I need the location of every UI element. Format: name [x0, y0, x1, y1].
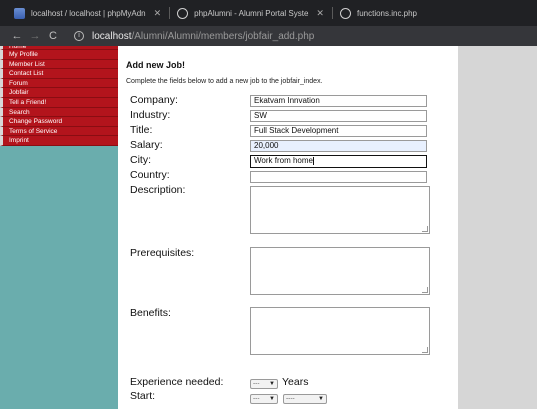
country-input[interactable] [250, 171, 427, 183]
globe-icon [339, 7, 351, 19]
page-title: Add new Job! [126, 60, 185, 70]
browser-tab-strip: localhost / localhost | phpMyAdn ✕ phpAl… [0, 0, 537, 26]
start-label: Start: [130, 390, 156, 402]
close-icon[interactable]: ✕ [154, 8, 162, 19]
phpmyadmin-icon [14, 7, 25, 19]
city-input[interactable]: Work from home [250, 155, 427, 168]
experience-selected: --- [253, 380, 260, 387]
industry-input[interactable]: SW [250, 110, 427, 122]
sidebar-item-jobfair[interactable]: Jobfair [0, 88, 118, 98]
prerequisites-label: Prerequisites: [130, 247, 195, 259]
sidebar-item-change-password[interactable]: Change Password [0, 117, 118, 127]
description-textarea[interactable] [250, 186, 430, 234]
tab-title: phpAlumni - Alumni Portal Syste [194, 8, 309, 18]
title-input[interactable]: Full Stack Development [250, 125, 427, 137]
tab-functions[interactable]: functions.inc.php [331, 0, 425, 26]
form-intro: Complete the fields below to add a new j… [126, 78, 323, 85]
industry-label: Industry: [130, 109, 171, 121]
sidebar-item-member-list[interactable]: Member List [0, 59, 118, 70]
url-field[interactable]: localhost/Alumni/Alumni/members/jobfair_… [92, 31, 314, 42]
url-path: /Alumni/Alumni/members/jobfair_add.php [131, 30, 315, 42]
tab-phpalumni[interactable]: phpAlumni - Alumni Portal Syste ✕ [169, 0, 332, 26]
benefits-label: Benefits: [130, 307, 171, 319]
title-label: Title: [130, 124, 153, 136]
reload-icon[interactable]: C [44, 30, 62, 42]
sidebar-item-search[interactable]: Search [0, 107, 118, 118]
start-month-select[interactable]: --- ▼ [250, 394, 278, 404]
experience-select[interactable]: --- ▼ [250, 379, 278, 389]
city-label: City: [130, 154, 151, 166]
chevron-down-icon: ▼ [269, 381, 275, 387]
benefits-textarea[interactable] [250, 307, 430, 355]
salary-label: Salary: [130, 139, 163, 151]
sidebar: Home My Profile Member List Contact List… [0, 46, 118, 409]
info-icon[interactable]: i [74, 31, 84, 41]
chevron-down-icon: ▼ [269, 396, 275, 402]
tab-title: functions.inc.php [356, 8, 418, 18]
experience-label: Experience needed: [130, 376, 224, 388]
sidebar-item-terms-of-service[interactable]: Terms of Service [0, 126, 118, 137]
city-value: Work from home [254, 156, 313, 165]
description-label: Description: [130, 184, 186, 196]
start-day-selected: ---- [286, 395, 295, 402]
sidebar-item-contact-list[interactable]: Contact List [0, 69, 118, 79]
sidebar-item-my-profile[interactable]: My Profile [0, 50, 118, 60]
start-day-select[interactable]: ---- ▼ [283, 394, 327, 404]
globe-icon [177, 7, 189, 19]
country-label: Country: [130, 169, 170, 181]
tab-phpmyadmin[interactable]: localhost / localhost | phpMyAdn ✕ [6, 0, 169, 26]
company-input[interactable]: Ekatvam Innvation [250, 95, 427, 107]
close-icon[interactable]: ✕ [316, 8, 324, 19]
sidebar-item-forum[interactable]: Forum [0, 78, 118, 89]
url-host: localhost [92, 30, 132, 42]
salary-input[interactable]: 20,000 [250, 140, 427, 152]
start-month-selected: --- [253, 395, 260, 402]
company-label: Company: [130, 94, 178, 106]
experience-unit: Years [282, 376, 309, 388]
forward-icon[interactable]: → [26, 30, 44, 42]
chevron-down-icon: ▼ [318, 396, 324, 402]
prerequisites-textarea[interactable] [250, 247, 430, 295]
page-background [458, 46, 537, 409]
back-icon[interactable]: ← [8, 30, 26, 42]
sidebar-item-tell-a-friend[interactable]: Tell a Friend! [0, 97, 118, 108]
tab-title: localhost / localhost | phpMyAdn [31, 8, 146, 18]
address-bar: ← → C i localhost/Alumni/Alumni/members/… [0, 26, 537, 46]
text-caret [312, 156, 314, 165]
sidebar-item-imprint[interactable]: Imprint [0, 136, 118, 146]
job-form: Add new Job! Complete the fields below t… [118, 46, 458, 409]
